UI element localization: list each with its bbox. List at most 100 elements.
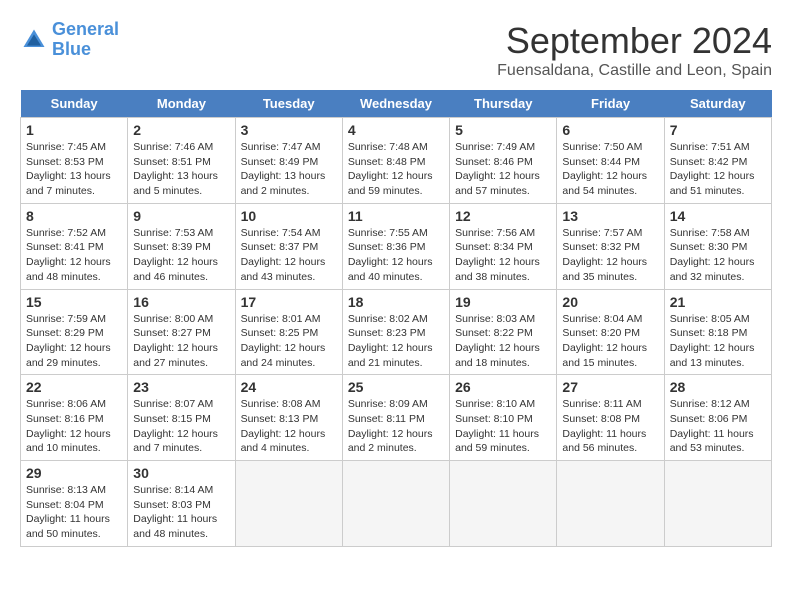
day-info: Sunrise: 8:07 AM Sunset: 8:15 PM Dayligh… (133, 397, 229, 456)
day-number: 8 (26, 208, 122, 224)
day-number: 17 (241, 294, 337, 310)
day-info: Sunrise: 8:12 AM Sunset: 8:06 PM Dayligh… (670, 397, 766, 456)
calendar-cell (342, 461, 449, 547)
day-number: 23 (133, 379, 229, 395)
calendar-cell: 17 Sunrise: 8:01 AM Sunset: 8:25 PM Dayli… (235, 289, 342, 375)
day-number: 4 (348, 122, 444, 138)
day-number: 3 (241, 122, 337, 138)
day-header-wednesday: Wednesday (342, 90, 449, 118)
calendar-week-4: 22Sunrise: 8:06 AM Sunset: 8:16 PM Dayli… (21, 375, 772, 461)
day-info: Sunrise: 8:13 AM Sunset: 8:04 PM Dayligh… (26, 483, 122, 542)
day-number: 2 (133, 122, 229, 138)
calendar-cell: 8 Sunrise: 7:52 AM Sunset: 8:41 PM Daylig… (21, 203, 128, 289)
calendar-cell: 27 Sunrise: 8:11 AM Sunset: 8:08 PM Dayli… (557, 375, 664, 461)
day-number: 12 (455, 208, 551, 224)
day-info: Sunrise: 8:03 AM Sunset: 8:22 PM Dayligh… (455, 312, 551, 371)
calendar-cell: 14Sunrise: 7:58 AM Sunset: 8:30 PM Dayli… (664, 203, 771, 289)
day-info: Sunrise: 7:45 AM Sunset: 8:53 PM Dayligh… (26, 140, 122, 199)
logo-line1: General (52, 19, 119, 39)
calendar-cell: 4 Sunrise: 7:48 AM Sunset: 8:48 PM Daylig… (342, 118, 449, 204)
calendar-cell: 16 Sunrise: 8:00 AM Sunset: 8:27 PM Dayli… (128, 289, 235, 375)
calendar-cell (235, 461, 342, 547)
day-header-thursday: Thursday (450, 90, 557, 118)
day-number: 11 (348, 208, 444, 224)
logo: General Blue (20, 20, 119, 60)
day-info: Sunrise: 8:14 AM Sunset: 8:03 PM Dayligh… (133, 483, 229, 542)
day-number: 19 (455, 294, 551, 310)
day-info: Sunrise: 7:58 AM Sunset: 8:30 PM Dayligh… (670, 226, 766, 285)
day-info: Sunrise: 7:47 AM Sunset: 8:49 PM Dayligh… (241, 140, 337, 199)
day-info: Sunrise: 7:49 AM Sunset: 8:46 PM Dayligh… (455, 140, 551, 199)
calendar-cell: 24 Sunrise: 8:08 AM Sunset: 8:13 PM Dayli… (235, 375, 342, 461)
day-number: 27 (562, 379, 658, 395)
day-info: Sunrise: 7:51 AM Sunset: 8:42 PM Dayligh… (670, 140, 766, 199)
day-number: 16 (133, 294, 229, 310)
day-number: 9 (133, 208, 229, 224)
calendar-cell: 11Sunrise: 7:55 AM Sunset: 8:36 PM Dayli… (342, 203, 449, 289)
day-number: 28 (670, 379, 766, 395)
day-info: Sunrise: 7:52 AM Sunset: 8:41 PM Dayligh… (26, 226, 122, 285)
day-number: 10 (241, 208, 337, 224)
day-number: 1 (26, 122, 122, 138)
day-info: Sunrise: 8:09 AM Sunset: 8:11 PM Dayligh… (348, 397, 444, 456)
calendar-cell: 18 Sunrise: 8:02 AM Sunset: 8:23 PM Dayli… (342, 289, 449, 375)
day-info: Sunrise: 7:54 AM Sunset: 8:37 PM Dayligh… (241, 226, 337, 285)
calendar-cell (557, 461, 664, 547)
day-header-monday: Monday (128, 90, 235, 118)
day-info: Sunrise: 8:01 AM Sunset: 8:25 PM Dayligh… (241, 312, 337, 371)
calendar-cell: 5 Sunrise: 7:49 AM Sunset: 8:46 PM Daylig… (450, 118, 557, 204)
day-header-saturday: Saturday (664, 90, 771, 118)
calendar-cell: 10 Sunrise: 7:54 AM Sunset: 8:37 PM Dayli… (235, 203, 342, 289)
calendar-cell: 21 Sunrise: 8:05 AM Sunset: 8:18 PM Dayli… (664, 289, 771, 375)
day-number: 18 (348, 294, 444, 310)
logo-text: General Blue (52, 20, 119, 60)
day-header-friday: Friday (557, 90, 664, 118)
day-info: Sunrise: 7:57 AM Sunset: 8:32 PM Dayligh… (562, 226, 658, 285)
day-number: 30 (133, 465, 229, 481)
calendar-cell: 23 Sunrise: 8:07 AM Sunset: 8:15 PM Dayli… (128, 375, 235, 461)
calendar-cell: 13 Sunrise: 7:57 AM Sunset: 8:32 PM Dayli… (557, 203, 664, 289)
calendar-cell: 3 Sunrise: 7:47 AM Sunset: 8:49 PM Daylig… (235, 118, 342, 204)
day-number: 20 (562, 294, 658, 310)
day-info: Sunrise: 8:06 AM Sunset: 8:16 PM Dayligh… (26, 397, 122, 456)
day-number: 24 (241, 379, 337, 395)
day-number: 13 (562, 208, 658, 224)
calendar-cell: 26 Sunrise: 8:10 AM Sunset: 8:10 PM Dayli… (450, 375, 557, 461)
calendar-cell: 12Sunrise: 7:56 AM Sunset: 8:34 PM Dayli… (450, 203, 557, 289)
calendar-cell: 1 Sunrise: 7:45 AM Sunset: 8:53 PM Daylig… (21, 118, 128, 204)
day-info: Sunrise: 7:48 AM Sunset: 8:48 PM Dayligh… (348, 140, 444, 199)
day-number: 7 (670, 122, 766, 138)
calendar-cell: 19 Sunrise: 8:03 AM Sunset: 8:22 PM Dayli… (450, 289, 557, 375)
calendar-cell (664, 461, 771, 547)
calendar-cell: 20Sunrise: 8:04 AM Sunset: 8:20 PM Dayli… (557, 289, 664, 375)
day-info: Sunrise: 7:46 AM Sunset: 8:51 PM Dayligh… (133, 140, 229, 199)
day-number: 25 (348, 379, 444, 395)
day-number: 6 (562, 122, 658, 138)
day-info: Sunrise: 8:10 AM Sunset: 8:10 PM Dayligh… (455, 397, 551, 456)
calendar-header-row: SundayMondayTuesdayWednesdayThursdayFrid… (21, 90, 772, 118)
calendar-cell: 7 Sunrise: 7:51 AM Sunset: 8:42 PM Daylig… (664, 118, 771, 204)
calendar-week-5: 29 Sunrise: 8:13 AM Sunset: 8:04 PM Dayli… (21, 461, 772, 547)
calendar-cell: 15Sunrise: 7:59 AM Sunset: 8:29 PM Dayli… (21, 289, 128, 375)
day-number: 5 (455, 122, 551, 138)
day-header-sunday: Sunday (21, 90, 128, 118)
calendar-cell (450, 461, 557, 547)
calendar-cell: 22Sunrise: 8:06 AM Sunset: 8:16 PM Dayli… (21, 375, 128, 461)
calendar-cell: 25 Sunrise: 8:09 AM Sunset: 8:11 PM Dayli… (342, 375, 449, 461)
day-number: 26 (455, 379, 551, 395)
day-info: Sunrise: 7:50 AM Sunset: 8:44 PM Dayligh… (562, 140, 658, 199)
header: General Blue September 2024 Fuensaldana,… (20, 20, 772, 80)
day-info: Sunrise: 8:05 AM Sunset: 8:18 PM Dayligh… (670, 312, 766, 371)
calendar-cell: 28 Sunrise: 8:12 AM Sunset: 8:06 PM Dayli… (664, 375, 771, 461)
calendar-table: SundayMondayTuesdayWednesdayThursdayFrid… (20, 90, 772, 547)
day-number: 15 (26, 294, 122, 310)
day-number: 29 (26, 465, 122, 481)
day-info: Sunrise: 8:11 AM Sunset: 8:08 PM Dayligh… (562, 397, 658, 456)
calendar-week-1: 1 Sunrise: 7:45 AM Sunset: 8:53 PM Daylig… (21, 118, 772, 204)
day-info: Sunrise: 8:00 AM Sunset: 8:27 PM Dayligh… (133, 312, 229, 371)
day-info: Sunrise: 8:02 AM Sunset: 8:23 PM Dayligh… (348, 312, 444, 371)
day-number: 21 (670, 294, 766, 310)
logo-icon (20, 26, 48, 54)
day-info: Sunrise: 7:53 AM Sunset: 8:39 PM Dayligh… (133, 226, 229, 285)
day-info: Sunrise: 8:08 AM Sunset: 8:13 PM Dayligh… (241, 397, 337, 456)
